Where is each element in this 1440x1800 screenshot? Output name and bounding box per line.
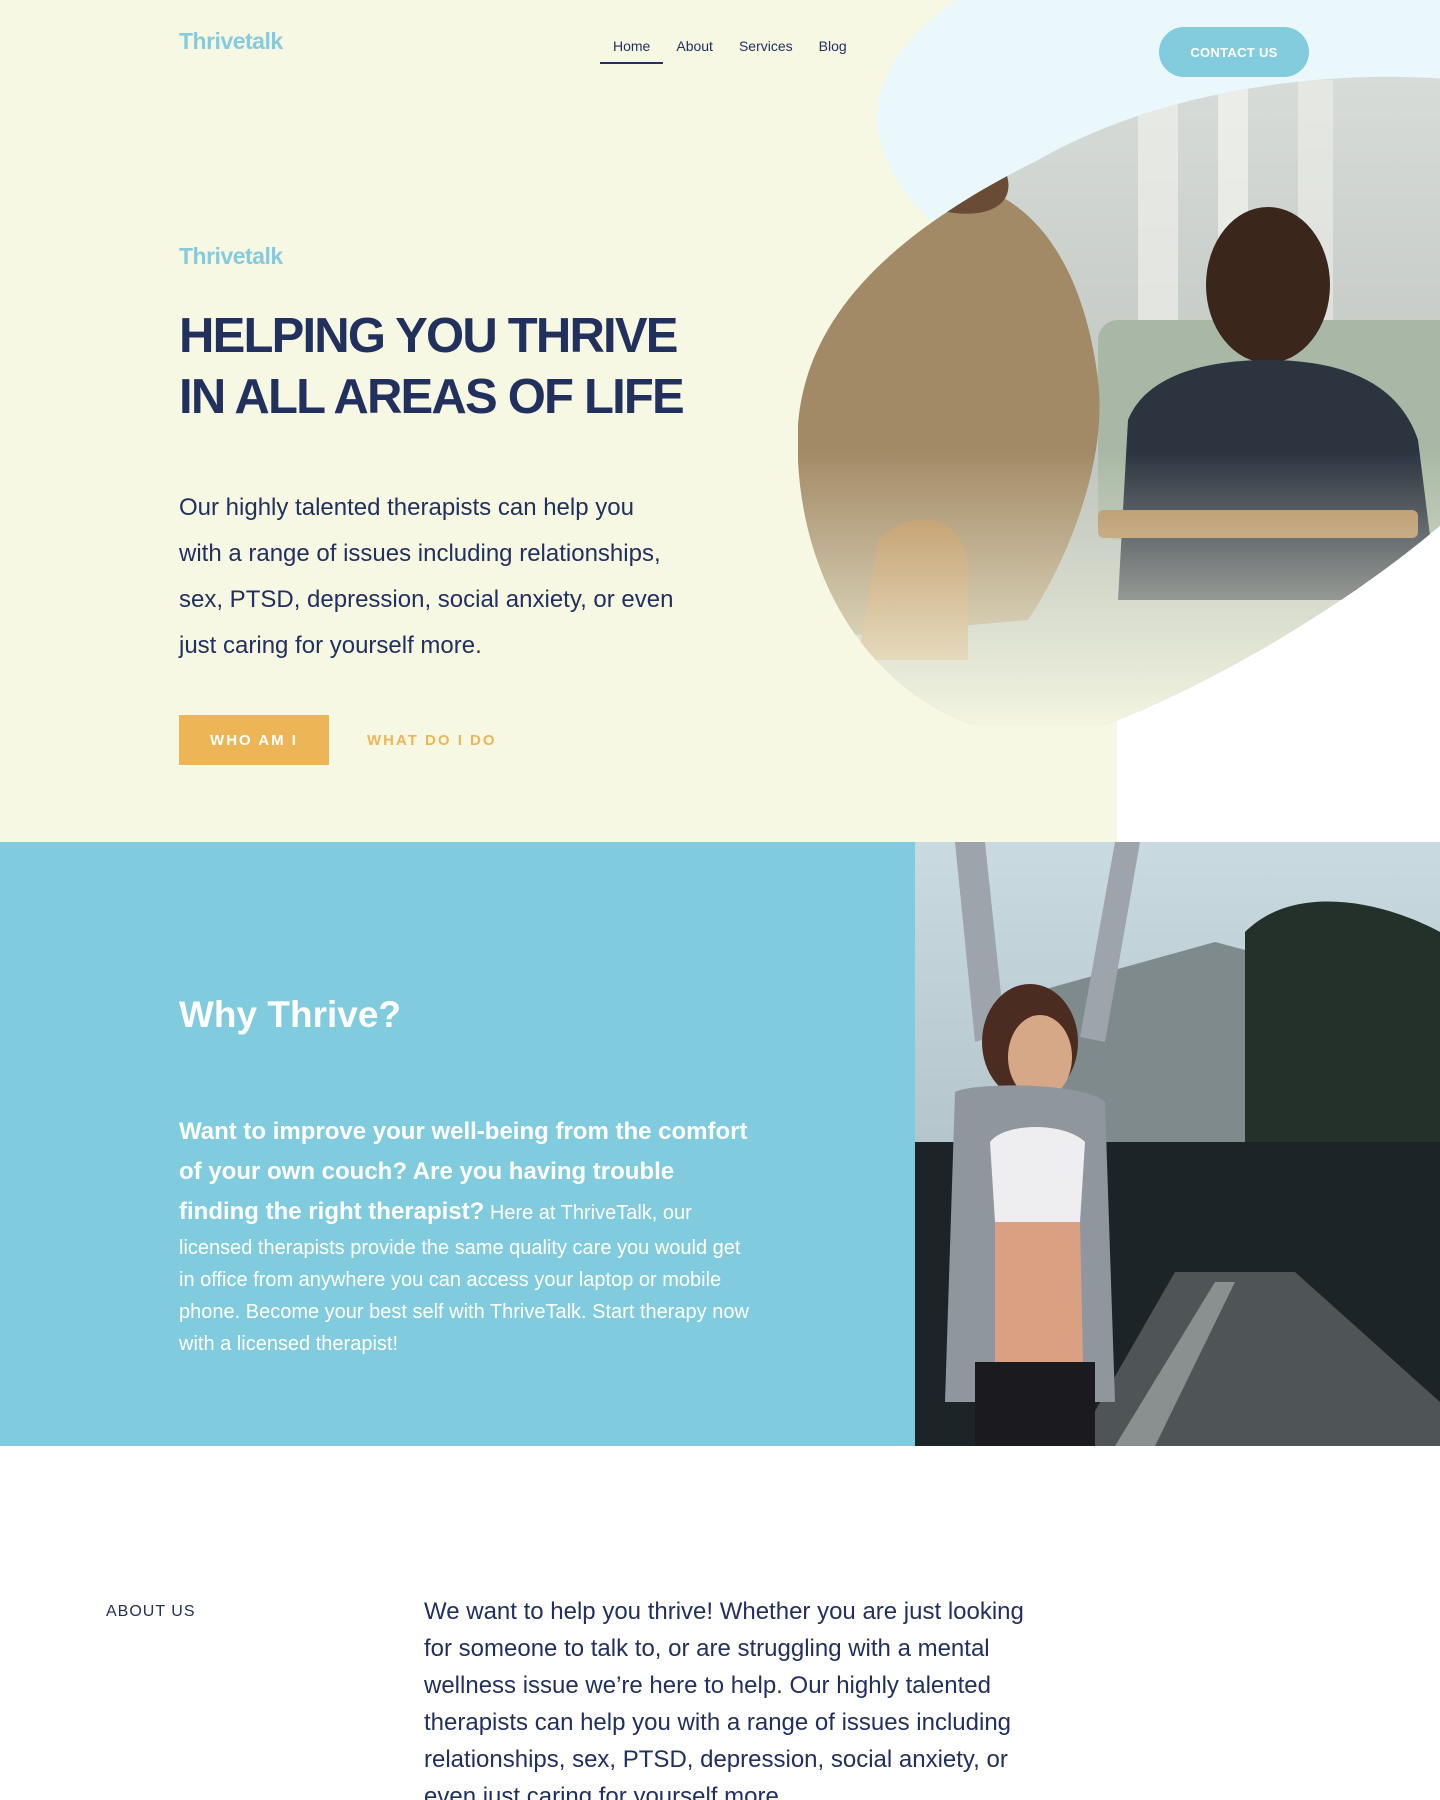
about-label: ABOUT US: [106, 1603, 196, 1620]
why-section: Why Thrive? Want to improve your well-be…: [0, 842, 1440, 1446]
hero-headline-line2: IN ALL AREAS OF LIFE: [179, 370, 685, 424]
contact-us-button[interactable]: CONTACT US: [1159, 27, 1309, 77]
about-text: We want to help you thrive! Whether you …: [424, 1598, 1024, 1800]
why-title: Why Thrive?: [179, 994, 402, 1035]
who-am-i-button[interactable]: WHO AM I: [179, 715, 329, 765]
hero-headline: HELPING YOU THRIVE IN ALL AREAS OF LIFE: [179, 306, 739, 428]
hero-image: [798, 40, 1440, 725]
site-logo[interactable]: Thrivetalk: [179, 28, 283, 55]
what-do-i-do-link[interactable]: WHAT DO I DO: [367, 715, 497, 765]
why-body: Want to improve your well-being from the…: [179, 1112, 749, 1360]
hero-eyebrow: Thrivetalk: [179, 243, 283, 269]
nav-services[interactable]: Services: [726, 38, 806, 64]
nav-blog[interactable]: Blog: [806, 38, 860, 64]
nav-about[interactable]: About: [663, 38, 726, 64]
why-image: [915, 842, 1440, 1446]
main-nav: Home About Services Blog: [600, 38, 860, 64]
hero-lead: Our highly talented therapists can help …: [179, 494, 674, 659]
hero-section: Thrivetalk Home About Services Blog CONT…: [0, 0, 1440, 842]
hero-headline-line1: HELPING YOU THRIVE: [179, 309, 678, 363]
nav-home[interactable]: Home: [600, 38, 664, 64]
why-panel: Why Thrive? Want to improve your well-be…: [0, 842, 915, 1446]
